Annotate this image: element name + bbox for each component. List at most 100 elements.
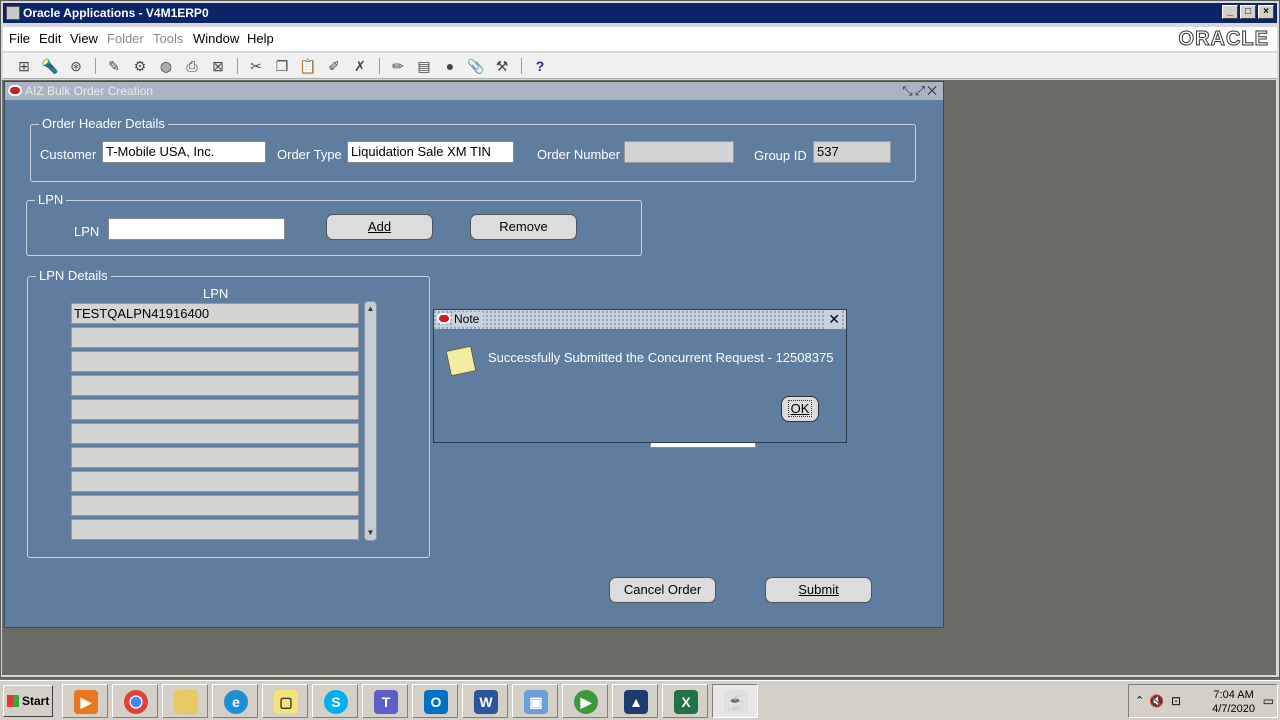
- clock[interactable]: 7:04 AM 4/7/2020: [1212, 688, 1255, 716]
- note-title: Note: [454, 312, 484, 326]
- lpn-row[interactable]: [71, 471, 359, 492]
- taskbar-skype[interactable]: S: [312, 684, 358, 718]
- menu-folder[interactable]: Folder: [107, 31, 144, 46]
- close-form-icon[interactable]: ⊠: [209, 57, 227, 75]
- menu-window[interactable]: Window: [193, 31, 239, 46]
- taskbar-outlook[interactable]: O: [412, 684, 458, 718]
- taskbar-remote-app[interactable]: ▶: [562, 684, 608, 718]
- print-icon[interactable]: ⎙: [183, 57, 201, 75]
- menu-file[interactable]: File: [9, 31, 30, 46]
- menu-help[interactable]: Help: [247, 31, 274, 46]
- note-close-icon[interactable]: ✕: [826, 310, 842, 329]
- paste-icon[interactable]: 📋: [299, 57, 317, 75]
- customer-field[interactable]: T-Mobile USA, Inc.: [102, 141, 266, 163]
- system-tray: ⌃ 🔇 ⊡ 7:04 AM 4/7/2020 ▭: [1128, 684, 1278, 718]
- taskbar-explorer[interactable]: [162, 684, 208, 718]
- triangle-app-icon: ▲: [624, 690, 648, 714]
- taskbar-app-a[interactable]: ▲: [612, 684, 658, 718]
- ok-button-label: OK: [787, 400, 813, 417]
- taskbar-photo-viewer[interactable]: ▣: [512, 684, 558, 718]
- order-type-field[interactable]: Liquidation Sale XM TIN: [347, 141, 514, 163]
- new-record-icon[interactable]: ⊞: [15, 57, 33, 75]
- scroll-up-icon[interactable]: ▲: [365, 303, 376, 315]
- taskbar-java[interactable]: ☕: [712, 684, 758, 718]
- switch-responsibility-icon[interactable]: ◍: [157, 57, 175, 75]
- app-titlebar[interactable]: Oracle Applications - V4M1ERP0 _ □ ×: [3, 3, 1277, 23]
- notification-icon[interactable]: ▭: [1263, 694, 1274, 708]
- photo-viewer-icon: ▣: [524, 690, 548, 714]
- lpn-column-header: LPN: [203, 286, 229, 301]
- order-header-group-label: Order Header Details: [39, 116, 168, 131]
- taskbar-sticky-notes[interactable]: ▢: [262, 684, 308, 718]
- lpn-row[interactable]: [71, 351, 359, 372]
- note-titlebar[interactable]: Note ✕: [434, 310, 846, 329]
- taskbar-word[interactable]: W: [462, 684, 508, 718]
- toolbar: ⊞ 🔦 ⊛ ✎ ⚙ ◍ ⎙ ⊠ ✂ ❐ 📋 ✐ ✗ ✏ ▤ ● 📎 ⚒ ?: [3, 53, 1277, 79]
- java-app-icon: [6, 6, 20, 20]
- lpn-row[interactable]: [71, 327, 359, 348]
- start-button[interactable]: Start: [3, 685, 53, 717]
- find-icon[interactable]: 🔦: [41, 57, 59, 75]
- oracle-note-icon: [437, 313, 451, 324]
- add-button[interactable]: Add: [326, 214, 433, 240]
- translations-icon[interactable]: ●: [441, 57, 459, 75]
- media-player-icon: ▶: [74, 690, 98, 714]
- remove-button[interactable]: Remove: [470, 214, 577, 240]
- folder-icon: [174, 690, 198, 714]
- delete-icon[interactable]: ✗: [351, 57, 369, 75]
- copy-icon[interactable]: ❐: [273, 57, 291, 75]
- lpn-row[interactable]: [71, 519, 359, 540]
- group-id-label: Group ID: [754, 148, 807, 163]
- lpn-label: LPN: [74, 224, 100, 239]
- zoom-icon[interactable]: ▤: [415, 57, 433, 75]
- menu-view[interactable]: View: [70, 31, 98, 46]
- close-button[interactable]: ×: [1258, 5, 1274, 19]
- taskbar-teams[interactable]: T: [362, 684, 408, 718]
- taskbar-ie[interactable]: e: [212, 684, 258, 718]
- outlook-icon: O: [424, 690, 448, 714]
- order-number-field[interactable]: [624, 141, 734, 163]
- lpn-row[interactable]: [71, 423, 359, 444]
- form-title: AIZ Bulk Order Creation: [25, 84, 154, 98]
- navigator-icon[interactable]: ⊛: [67, 57, 85, 75]
- maximize-button[interactable]: □: [1240, 5, 1256, 19]
- scroll-down-icon[interactable]: ▼: [365, 527, 376, 539]
- edit-field-icon[interactable]: ✏: [389, 57, 407, 75]
- group-id-field[interactable]: 537: [813, 141, 891, 163]
- attachments-icon[interactable]: 📎: [467, 57, 485, 75]
- folder-tools-icon[interactable]: ⚒: [493, 57, 511, 75]
- submit-button[interactable]: Submit: [765, 577, 872, 603]
- lpn-row[interactable]: [71, 399, 359, 420]
- lpn-group-label: LPN: [35, 192, 67, 207]
- taskbar-chrome[interactable]: [112, 684, 158, 718]
- java-cup-icon: ☕: [724, 690, 748, 714]
- next-step-icon[interactable]: ⚙: [131, 57, 149, 75]
- taskbar-media-player[interactable]: ▶: [62, 684, 108, 718]
- menu-tools[interactable]: Tools: [153, 31, 183, 46]
- lpn-scrollbar[interactable]: ▲ ▼: [364, 301, 377, 541]
- minimize-button[interactable]: _: [1222, 5, 1238, 19]
- volume-muted-icon[interactable]: 🔇: [1149, 694, 1164, 708]
- windows-logo-icon: [7, 695, 19, 707]
- lpn-input[interactable]: [108, 218, 285, 240]
- taskbar-excel[interactable]: X: [662, 684, 708, 718]
- form-window-controls[interactable]: ⤡⤢✕: [902, 82, 939, 100]
- internet-explorer-icon: e: [224, 690, 248, 714]
- save-icon[interactable]: ✎: [105, 57, 123, 75]
- lpn-row[interactable]: [71, 447, 359, 468]
- lpn-row[interactable]: TESTQALPN41916400: [71, 303, 359, 324]
- form-titlebar[interactable]: AIZ Bulk Order Creation ⤡⤢✕: [5, 82, 943, 100]
- clear-record-icon[interactable]: ✐: [325, 57, 343, 75]
- menu-edit[interactable]: Edit: [39, 31, 61, 46]
- cancel-order-button[interactable]: Cancel Order: [609, 577, 716, 603]
- clock-date: 4/7/2020: [1212, 703, 1255, 715]
- lpn-row[interactable]: [71, 375, 359, 396]
- lpn-row[interactable]: [71, 495, 359, 516]
- ok-button[interactable]: OK: [781, 396, 819, 422]
- help-icon[interactable]: ?: [531, 57, 549, 75]
- show-hidden-icons-icon[interactable]: ⌃: [1135, 694, 1144, 707]
- order-type-label: Order Type: [277, 147, 342, 162]
- cut-icon[interactable]: ✂: [247, 57, 265, 75]
- network-icon[interactable]: ⊡: [1171, 694, 1181, 708]
- sticky-notes-icon: ▢: [274, 690, 298, 714]
